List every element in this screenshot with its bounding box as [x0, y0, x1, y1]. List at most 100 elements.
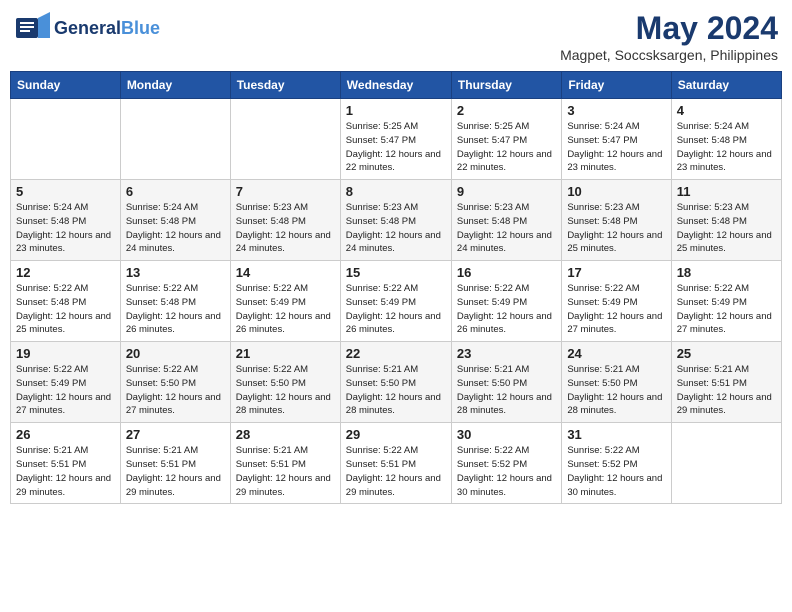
- calendar-cell: 9Sunrise: 5:23 AMSunset: 5:48 PMDaylight…: [451, 180, 561, 261]
- day-number: 24: [567, 346, 665, 361]
- day-number: 11: [677, 184, 776, 199]
- calendar-cell: 11 Sunrise: 5:23 AMSunset: 5:48 PMDayligh…: [671, 180, 781, 261]
- day-number: 26: [16, 427, 115, 442]
- calendar-week-row: 1Sunrise: 5:25 AMSunset: 5:47 PMDaylight…: [11, 99, 782, 180]
- day-number: 1: [346, 103, 446, 118]
- calendar-cell: 4 Sunrise: 5:24 AMSunset: 5:48 PMDaylight…: [671, 99, 781, 180]
- main-title: May 2024: [560, 10, 778, 47]
- day-info: Sunrise: 5:22 AMSunset: 5:49 PMDaylight:…: [346, 282, 446, 337]
- day-number: 28: [236, 427, 335, 442]
- day-number: 31: [567, 427, 665, 442]
- day-info: Sunrise: 5:23 AMSunset: 5:48 PMDaylight:…: [236, 201, 335, 256]
- day-number: 8: [346, 184, 446, 199]
- calendar-cell: 5 Sunrise: 5:24 AMSunset: 5:48 PMDaylight…: [11, 180, 121, 261]
- logo-icon: [14, 10, 50, 46]
- calendar-cell: [120, 99, 230, 180]
- logo-text-block: GeneralBlue: [54, 18, 160, 39]
- weekday-header-friday: Friday: [562, 72, 671, 99]
- day-info: Sunrise: 5:22 AMSunset: 5:49 PMDaylight:…: [236, 282, 335, 337]
- calendar-cell: 22 Sunrise: 5:21 AMSunset: 5:50 PMDayligh…: [340, 342, 451, 423]
- calendar-cell: 29 Sunrise: 5:22 AMSunset: 5:51 PMDayligh…: [340, 423, 451, 504]
- day-number: 5: [16, 184, 115, 199]
- calendar-table: SundayMondayTuesdayWednesdayThursdayFrid…: [10, 71, 782, 504]
- day-info: Sunrise: 5:22 AMSunset: 5:48 PMDaylight:…: [16, 282, 115, 337]
- day-number: 12: [16, 265, 115, 280]
- calendar-cell: 21Sunrise: 5:22 AMSunset: 5:50 PMDayligh…: [230, 342, 340, 423]
- day-number: 4: [677, 103, 776, 118]
- day-number: 3: [567, 103, 665, 118]
- logo-name: GeneralBlue: [54, 18, 160, 39]
- day-info: Sunrise: 5:21 AMSunset: 5:51 PMDaylight:…: [126, 444, 225, 499]
- calendar-cell: 31Sunrise: 5:22 AMSunset: 5:52 PMDayligh…: [562, 423, 671, 504]
- calendar-cell: 6Sunrise: 5:24 AMSunset: 5:48 PMDaylight…: [120, 180, 230, 261]
- day-number: 18: [677, 265, 776, 280]
- calendar-cell: [230, 99, 340, 180]
- calendar-cell: 27 Sunrise: 5:21 AMSunset: 5:51 PMDayligh…: [120, 423, 230, 504]
- day-number: 6: [126, 184, 225, 199]
- calendar-cell: 15 Sunrise: 5:22 AMSunset: 5:49 PMDayligh…: [340, 261, 451, 342]
- calendar-cell: 17 Sunrise: 5:22 AMSunset: 5:49 PMDayligh…: [562, 261, 671, 342]
- calendar-cell: [11, 99, 121, 180]
- title-block: May 2024 Magpet, Soccsksargen, Philippin…: [560, 10, 778, 63]
- day-info: Sunrise: 5:23 AMSunset: 5:48 PMDaylight:…: [346, 201, 446, 256]
- calendar-cell: 7 Sunrise: 5:23 AMSunset: 5:48 PMDaylight…: [230, 180, 340, 261]
- day-number: 21: [236, 346, 335, 361]
- day-info: Sunrise: 5:22 AMSunset: 5:50 PMDaylight:…: [126, 363, 225, 418]
- day-info: Sunrise: 5:22 AMSunset: 5:49 PMDaylight:…: [457, 282, 556, 337]
- day-number: 25: [677, 346, 776, 361]
- calendar-cell: 25 Sunrise: 5:21 AMSunset: 5:51 PMDayligh…: [671, 342, 781, 423]
- calendar-cell: 24Sunrise: 5:21 AMSunset: 5:50 PMDayligh…: [562, 342, 671, 423]
- calendar-cell: 28Sunrise: 5:21 AMSunset: 5:51 PMDayligh…: [230, 423, 340, 504]
- day-info: Sunrise: 5:22 AMSunset: 5:49 PMDaylight:…: [677, 282, 776, 337]
- day-info: Sunrise: 5:23 AMSunset: 5:48 PMDaylight:…: [567, 201, 665, 256]
- day-number: 16: [457, 265, 556, 280]
- weekday-header-tuesday: Tuesday: [230, 72, 340, 99]
- day-number: 7: [236, 184, 335, 199]
- weekday-header-thursday: Thursday: [451, 72, 561, 99]
- day-number: 10: [567, 184, 665, 199]
- day-info: Sunrise: 5:22 AMSunset: 5:49 PMDaylight:…: [567, 282, 665, 337]
- day-info: Sunrise: 5:24 AMSunset: 5:48 PMDaylight:…: [677, 120, 776, 175]
- calendar-cell: 20 Sunrise: 5:22 AMSunset: 5:50 PMDayligh…: [120, 342, 230, 423]
- calendar-cell: 19Sunrise: 5:22 AMSunset: 5:49 PMDayligh…: [11, 342, 121, 423]
- calendar-cell: 14 Sunrise: 5:22 AMSunset: 5:49 PMDayligh…: [230, 261, 340, 342]
- day-number: 27: [126, 427, 225, 442]
- weekday-header-row: SundayMondayTuesdayWednesdayThursdayFrid…: [11, 72, 782, 99]
- logo: GeneralBlue: [14, 10, 160, 46]
- calendar-cell: 1Sunrise: 5:25 AMSunset: 5:47 PMDaylight…: [340, 99, 451, 180]
- calendar-cell: 26Sunrise: 5:21 AMSunset: 5:51 PMDayligh…: [11, 423, 121, 504]
- day-info: Sunrise: 5:22 AMSunset: 5:51 PMDaylight:…: [346, 444, 446, 499]
- day-number: 20: [126, 346, 225, 361]
- calendar-cell: 23 Sunrise: 5:21 AMSunset: 5:50 PMDayligh…: [451, 342, 561, 423]
- day-info: Sunrise: 5:21 AMSunset: 5:50 PMDaylight:…: [346, 363, 446, 418]
- calendar-week-row: 12 Sunrise: 5:22 AMSunset: 5:48 PMDayligh…: [11, 261, 782, 342]
- day-info: Sunrise: 5:23 AMSunset: 5:48 PMDaylight:…: [677, 201, 776, 256]
- day-number: 2: [457, 103, 556, 118]
- weekday-header-monday: Monday: [120, 72, 230, 99]
- calendar-cell: 2Sunrise: 5:25 AMSunset: 5:47 PMDaylight…: [451, 99, 561, 180]
- calendar-week-row: 26 Sunrise: 5:21 AMSunset: 5:51 PMDayligh…: [11, 423, 782, 504]
- calendar-cell: 18 Sunrise: 5:22 AMSunset: 5:49 PMDayligh…: [671, 261, 781, 342]
- day-number: 14: [236, 265, 335, 280]
- calendar-cell: 16 Sunrise: 5:22 AMSunset: 5:49 PMDayligh…: [451, 261, 561, 342]
- weekday-header-saturday: Saturday: [671, 72, 781, 99]
- calendar-cell: 12 Sunrise: 5:22 AMSunset: 5:48 PMDayligh…: [11, 261, 121, 342]
- day-info: Sunrise: 5:24 AMSunset: 5:48 PMDaylight:…: [16, 201, 115, 256]
- day-number: 15: [346, 265, 446, 280]
- day-number: 22: [346, 346, 446, 361]
- day-number: 29: [346, 427, 446, 442]
- day-info: Sunrise: 5:21 AMSunset: 5:50 PMDaylight:…: [457, 363, 556, 418]
- day-number: 23: [457, 346, 556, 361]
- calendar-cell: 3 Sunrise: 5:24 AMSunset: 5:47 PMDaylight…: [562, 99, 671, 180]
- calendar-cell: 13Sunrise: 5:22 AMSunset: 5:48 PMDayligh…: [120, 261, 230, 342]
- day-number: 17: [567, 265, 665, 280]
- calendar-cell: [671, 423, 781, 504]
- weekday-header-sunday: Sunday: [11, 72, 121, 99]
- day-info: Sunrise: 5:21 AMSunset: 5:51 PMDaylight:…: [677, 363, 776, 418]
- day-number: 30: [457, 427, 556, 442]
- day-info: Sunrise: 5:22 AMSunset: 5:49 PMDaylight:…: [16, 363, 115, 418]
- calendar-cell: 8 Sunrise: 5:23 AMSunset: 5:48 PMDaylight…: [340, 180, 451, 261]
- calendar-week-row: 19Sunrise: 5:22 AMSunset: 5:49 PMDayligh…: [11, 342, 782, 423]
- day-info: Sunrise: 5:24 AMSunset: 5:47 PMDaylight:…: [567, 120, 665, 175]
- day-info: Sunrise: 5:22 AMSunset: 5:52 PMDaylight:…: [457, 444, 556, 499]
